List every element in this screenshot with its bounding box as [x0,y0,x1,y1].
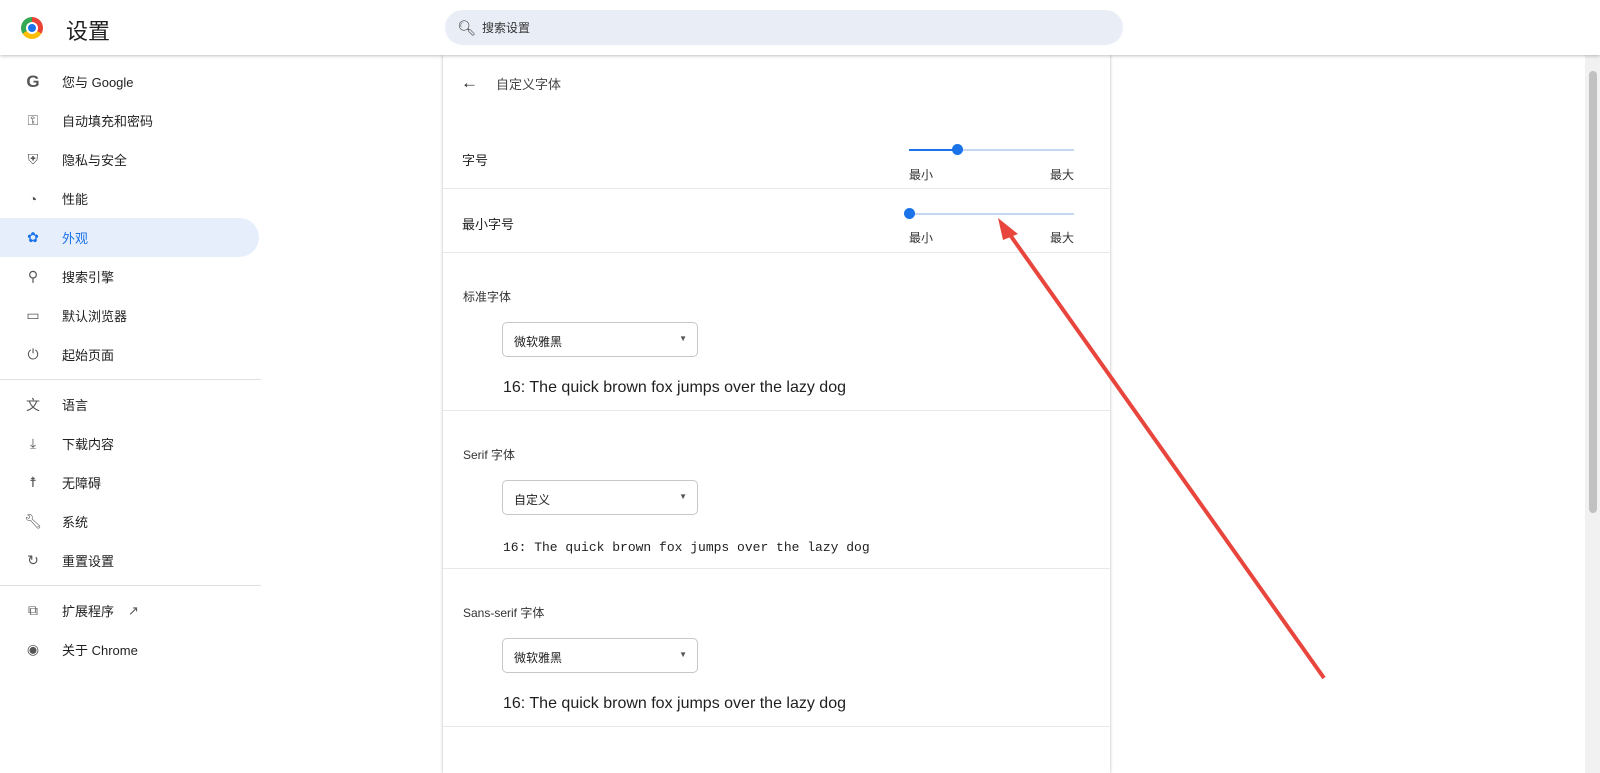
font-size-slider[interactable] [909,144,1074,155]
slider-thumb[interactable] [904,208,915,219]
section-label: Serif 字体 [463,448,516,462]
sidebar-item-label: 扩展程序 [62,604,115,619]
panel-header: ← 自定义字体 [443,55,1110,111]
standard-font-section: 标准字体 微软雅黑 ▼ 16: The quick brown fox jumps… [443,253,1110,411]
top-bar: 设置 🔍︎ 搜索设置 [0,0,1600,55]
sidebar-item-label: 下载内容 [62,437,115,452]
sidebar-item-autofill[interactable]: ⚿ 自动填充和密码 [0,101,259,140]
sidebar-item-appearance[interactable]: ✿ 外观 [0,218,259,257]
section-label: Sans-serif 字体 [463,606,545,620]
browser-icon: ▭ [26,307,40,323]
chrome-icon: ◉ [26,641,40,657]
custom-fonts-panel: ← 自定义字体 字号 最小 最大 最小字号 最小 最大 标准字体 微软雅黑 ▼ 1… [443,55,1110,773]
sidebar-item-search-engine[interactable]: ⚲ 搜索引擎 [0,257,259,296]
sidebar-item-label: 语言 [62,398,89,413]
sidebar-item-about[interactable]: ◉ 关于 Chrome [0,630,259,669]
sidebar-item-google[interactable]: G 您与 Google [0,62,259,101]
wrench-icon: 🔧︎ [24,513,42,529]
panel-title: 自定义字体 [496,76,562,92]
extension-icon: ⧉ [28,602,38,618]
select-value: 自定义 [514,493,551,507]
speedometer-icon: ◔ [28,190,38,207]
sidebar: G 您与 Google ⚿ 自动填充和密码 ⛨ 隐私与安全 ◔ 性能 ✿ 外观 ⚲ 搜索引擎… [0,62,262,669]
sidebar-item-privacy[interactable]: ⛨ 隐私与安全 [0,140,259,179]
sidebar-item-accessibility[interactable]: ☨ 无障碍 [0,463,259,502]
sidebar-item-performance[interactable]: ◔ 性能 [0,179,259,218]
dropdown-caret-icon: ▼ [679,650,687,659]
sidebar-item-label: 自动填充和密码 [62,114,154,129]
sans-serif-font-section: Sans-serif 字体 微软雅黑 ▼ 16: The quick brown … [443,569,1110,727]
serif-font-section: Serif 字体 自定义 ▼ 16: The quick brown fox ju… [443,411,1110,569]
external-link-icon: ↗ [128,602,139,618]
sidebar-item-label: 外观 [62,231,89,246]
sidebar-item-startup[interactable]: ⏻ 起始页面 [0,335,259,374]
select-value: 微软雅黑 [514,335,563,349]
font-sample: 16: The quick brown fox jumps over the l… [503,540,870,555]
accessibility-icon: ☨ [29,474,37,490]
google-icon: G [26,71,40,91]
serif-font-select[interactable]: 自定义 ▼ [502,480,698,515]
min-font-size-slider[interactable] [904,208,1074,219]
sidebar-item-label: 隐私与安全 [62,153,128,168]
search-icon: 🔍︎ [457,19,477,37]
min-font-size-label: 最小字号 [462,217,515,232]
min-font-size-row: 最小字号 最小 最大 [443,189,1110,253]
download-icon: ⤓ [29,435,37,451]
slider-max-label: 最大 [1050,168,1075,182]
palette-icon: ✿ [27,229,39,245]
slider-max-label: 最大 [1050,231,1075,245]
power-icon: ⏻ [27,346,39,362]
sidebar-item-extensions[interactable]: ⧉ 扩展程序 ↗ [0,591,259,630]
sidebar-item-label: 关于 Chrome [62,643,138,658]
divider [0,585,261,586]
sidebar-item-default-browser[interactable]: ▭ 默认浏览器 [0,296,259,335]
sidebar-item-label: 无障碍 [62,476,102,491]
font-size-label: 字号 [462,153,489,168]
sidebar-item-system[interactable]: 🔧︎ 系统 [0,502,259,541]
slider-thumb[interactable] [951,144,963,155]
chrome-logo-icon [21,17,43,39]
sidebar-item-label: 起始页面 [62,348,115,363]
dropdown-caret-icon: ▼ [679,492,687,501]
sidebar-item-languages[interactable]: 文 语言 [0,385,259,424]
slider-min-label: 最小 [909,231,934,245]
section-label: 标准字体 [463,290,512,304]
dropdown-caret-icon: ▼ [679,334,687,343]
sidebar-item-downloads[interactable]: ⤓ 下载内容 [0,424,259,463]
search-input[interactable]: 🔍︎ 搜索设置 [445,10,1123,45]
scrollbar[interactable] [1585,55,1600,773]
sidebar-item-reset[interactable]: ↻ 重置设置 [0,541,259,580]
font-size-row: 字号 最小 最大 [443,111,1110,189]
search-icon: ⚲ [27,268,39,284]
sidebar-item-label: 默认浏览器 [62,309,128,324]
sans-serif-font-select[interactable]: 微软雅黑 ▼ [502,638,698,673]
slider-min-label: 最小 [909,168,934,182]
sidebar-item-label: 性能 [62,192,89,207]
shield-icon: ⛨ [27,151,39,167]
font-sample: 16: The quick brown fox jumps over the l… [503,379,846,396]
font-sample: 16: The quick brown fox jumps over the l… [503,695,846,712]
reset-icon: ↻ [27,552,39,568]
page-title: 设置 [66,19,111,44]
divider [0,379,261,380]
sidebar-item-label: 搜索引擎 [62,270,115,285]
scrollbar-thumb[interactable] [1589,71,1597,513]
search-placeholder: 搜索设置 [482,21,531,35]
key-icon: ⚿ [27,112,39,128]
translate-icon: 文 [26,396,40,413]
select-value: 微软雅黑 [514,651,563,665]
sidebar-item-label: 重置设置 [62,554,115,569]
standard-font-select[interactable]: 微软雅黑 ▼ [502,322,698,357]
back-arrow-icon[interactable]: ← [461,73,478,93]
sidebar-item-label: 您与 Google [62,75,134,90]
sidebar-item-label: 系统 [62,515,89,530]
